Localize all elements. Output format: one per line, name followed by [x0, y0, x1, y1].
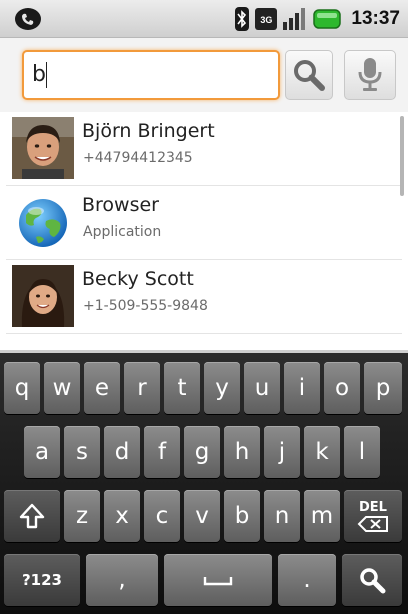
- key-b[interactable]: b: [224, 490, 260, 542]
- key-v[interactable]: v: [184, 490, 220, 542]
- soft-keyboard: q w e r t y u i o p a s d f g h j k l z …: [0, 350, 408, 614]
- item-subtitle: +44794412345: [83, 150, 193, 166]
- key-y[interactable]: y: [204, 362, 240, 414]
- scrollbar[interactable]: [400, 116, 404, 196]
- network-label: 3G: [260, 14, 273, 25]
- key-t[interactable]: t: [164, 362, 200, 414]
- text-cursor: [46, 62, 47, 88]
- key-r[interactable]: r: [124, 362, 160, 414]
- delete-key[interactable]: DEL: [344, 490, 402, 542]
- shift-key[interactable]: [4, 490, 60, 542]
- symbols-key[interactable]: ?123: [4, 554, 80, 606]
- clock: 13:37: [351, 8, 400, 29]
- key-m[interactable]: m: [304, 490, 340, 542]
- key-c[interactable]: c: [144, 490, 180, 542]
- delete-label: DEL: [359, 499, 387, 515]
- key-k[interactable]: k: [304, 426, 340, 478]
- key-u[interactable]: u: [244, 362, 280, 414]
- key-x[interactable]: x: [104, 490, 140, 542]
- bluetooth-icon: [235, 7, 250, 31]
- list-item[interactable]: Browser Application: [6, 186, 402, 260]
- 3g-icon: 3G: [255, 8, 278, 30]
- search-icon: [360, 568, 386, 594]
- contact-photo: [12, 265, 74, 327]
- contact-photo: [12, 117, 74, 179]
- quick-search-bar: b: [0, 38, 408, 112]
- key-o[interactable]: o: [324, 362, 360, 414]
- space-bar-icon: [203, 577, 233, 586]
- key-g[interactable]: g: [184, 426, 220, 478]
- item-subtitle: +1-509-555-9848: [83, 298, 208, 314]
- key-h[interactable]: h: [224, 426, 260, 478]
- key-d[interactable]: d: [104, 426, 140, 478]
- key-n[interactable]: n: [264, 490, 300, 542]
- android-screen: 3G 13:37 b Björn Bringert +44794412345 B…: [0, 0, 408, 614]
- search-button[interactable]: [285, 50, 333, 100]
- key-q[interactable]: q: [4, 362, 40, 414]
- magnifier-icon: [294, 60, 325, 91]
- search-query: b: [32, 62, 46, 87]
- key-s[interactable]: s: [64, 426, 100, 478]
- key-z[interactable]: z: [64, 490, 100, 542]
- symbols-label: ?123: [21, 571, 62, 589]
- phone-call-icon: [14, 7, 42, 31]
- globe-icon: [12, 191, 74, 253]
- search-input[interactable]: b: [22, 50, 280, 100]
- key-e[interactable]: e: [84, 362, 120, 414]
- microphone-icon: [358, 58, 382, 91]
- key-f[interactable]: f: [144, 426, 180, 478]
- item-title: Björn Bringert: [82, 120, 215, 142]
- status-bar: 3G 13:37: [0, 0, 408, 38]
- key-i[interactable]: i: [284, 362, 320, 414]
- item-title: Browser: [82, 194, 159, 216]
- key-j[interactable]: j: [264, 426, 300, 478]
- key-p[interactable]: p: [364, 362, 402, 414]
- key-l[interactable]: l: [344, 426, 380, 478]
- status-icons: 3G 13:37: [235, 6, 400, 32]
- search-action-key[interactable]: [342, 554, 402, 606]
- list-item[interactable]: Björn Bringert +44794412345: [6, 112, 402, 186]
- comma-key[interactable]: ,: [86, 554, 158, 606]
- item-subtitle: Application: [83, 224, 162, 240]
- list-item[interactable]: Becky Scott +1-509-555-9848: [6, 260, 402, 334]
- shift-arrow-icon: [19, 503, 45, 529]
- item-title: Becky Scott: [82, 268, 194, 290]
- suggestion-list: Björn Bringert +44794412345 Browser Appl…: [6, 112, 406, 348]
- voice-search-button[interactable]: [344, 50, 396, 100]
- battery-icon: [313, 9, 342, 29]
- key-w[interactable]: w: [44, 362, 80, 414]
- signal-icon: [283, 8, 307, 30]
- space-key[interactable]: [164, 554, 272, 606]
- key-a[interactable]: a: [24, 426, 60, 478]
- backspace-icon: [357, 515, 388, 532]
- period-key[interactable]: .: [278, 554, 336, 606]
